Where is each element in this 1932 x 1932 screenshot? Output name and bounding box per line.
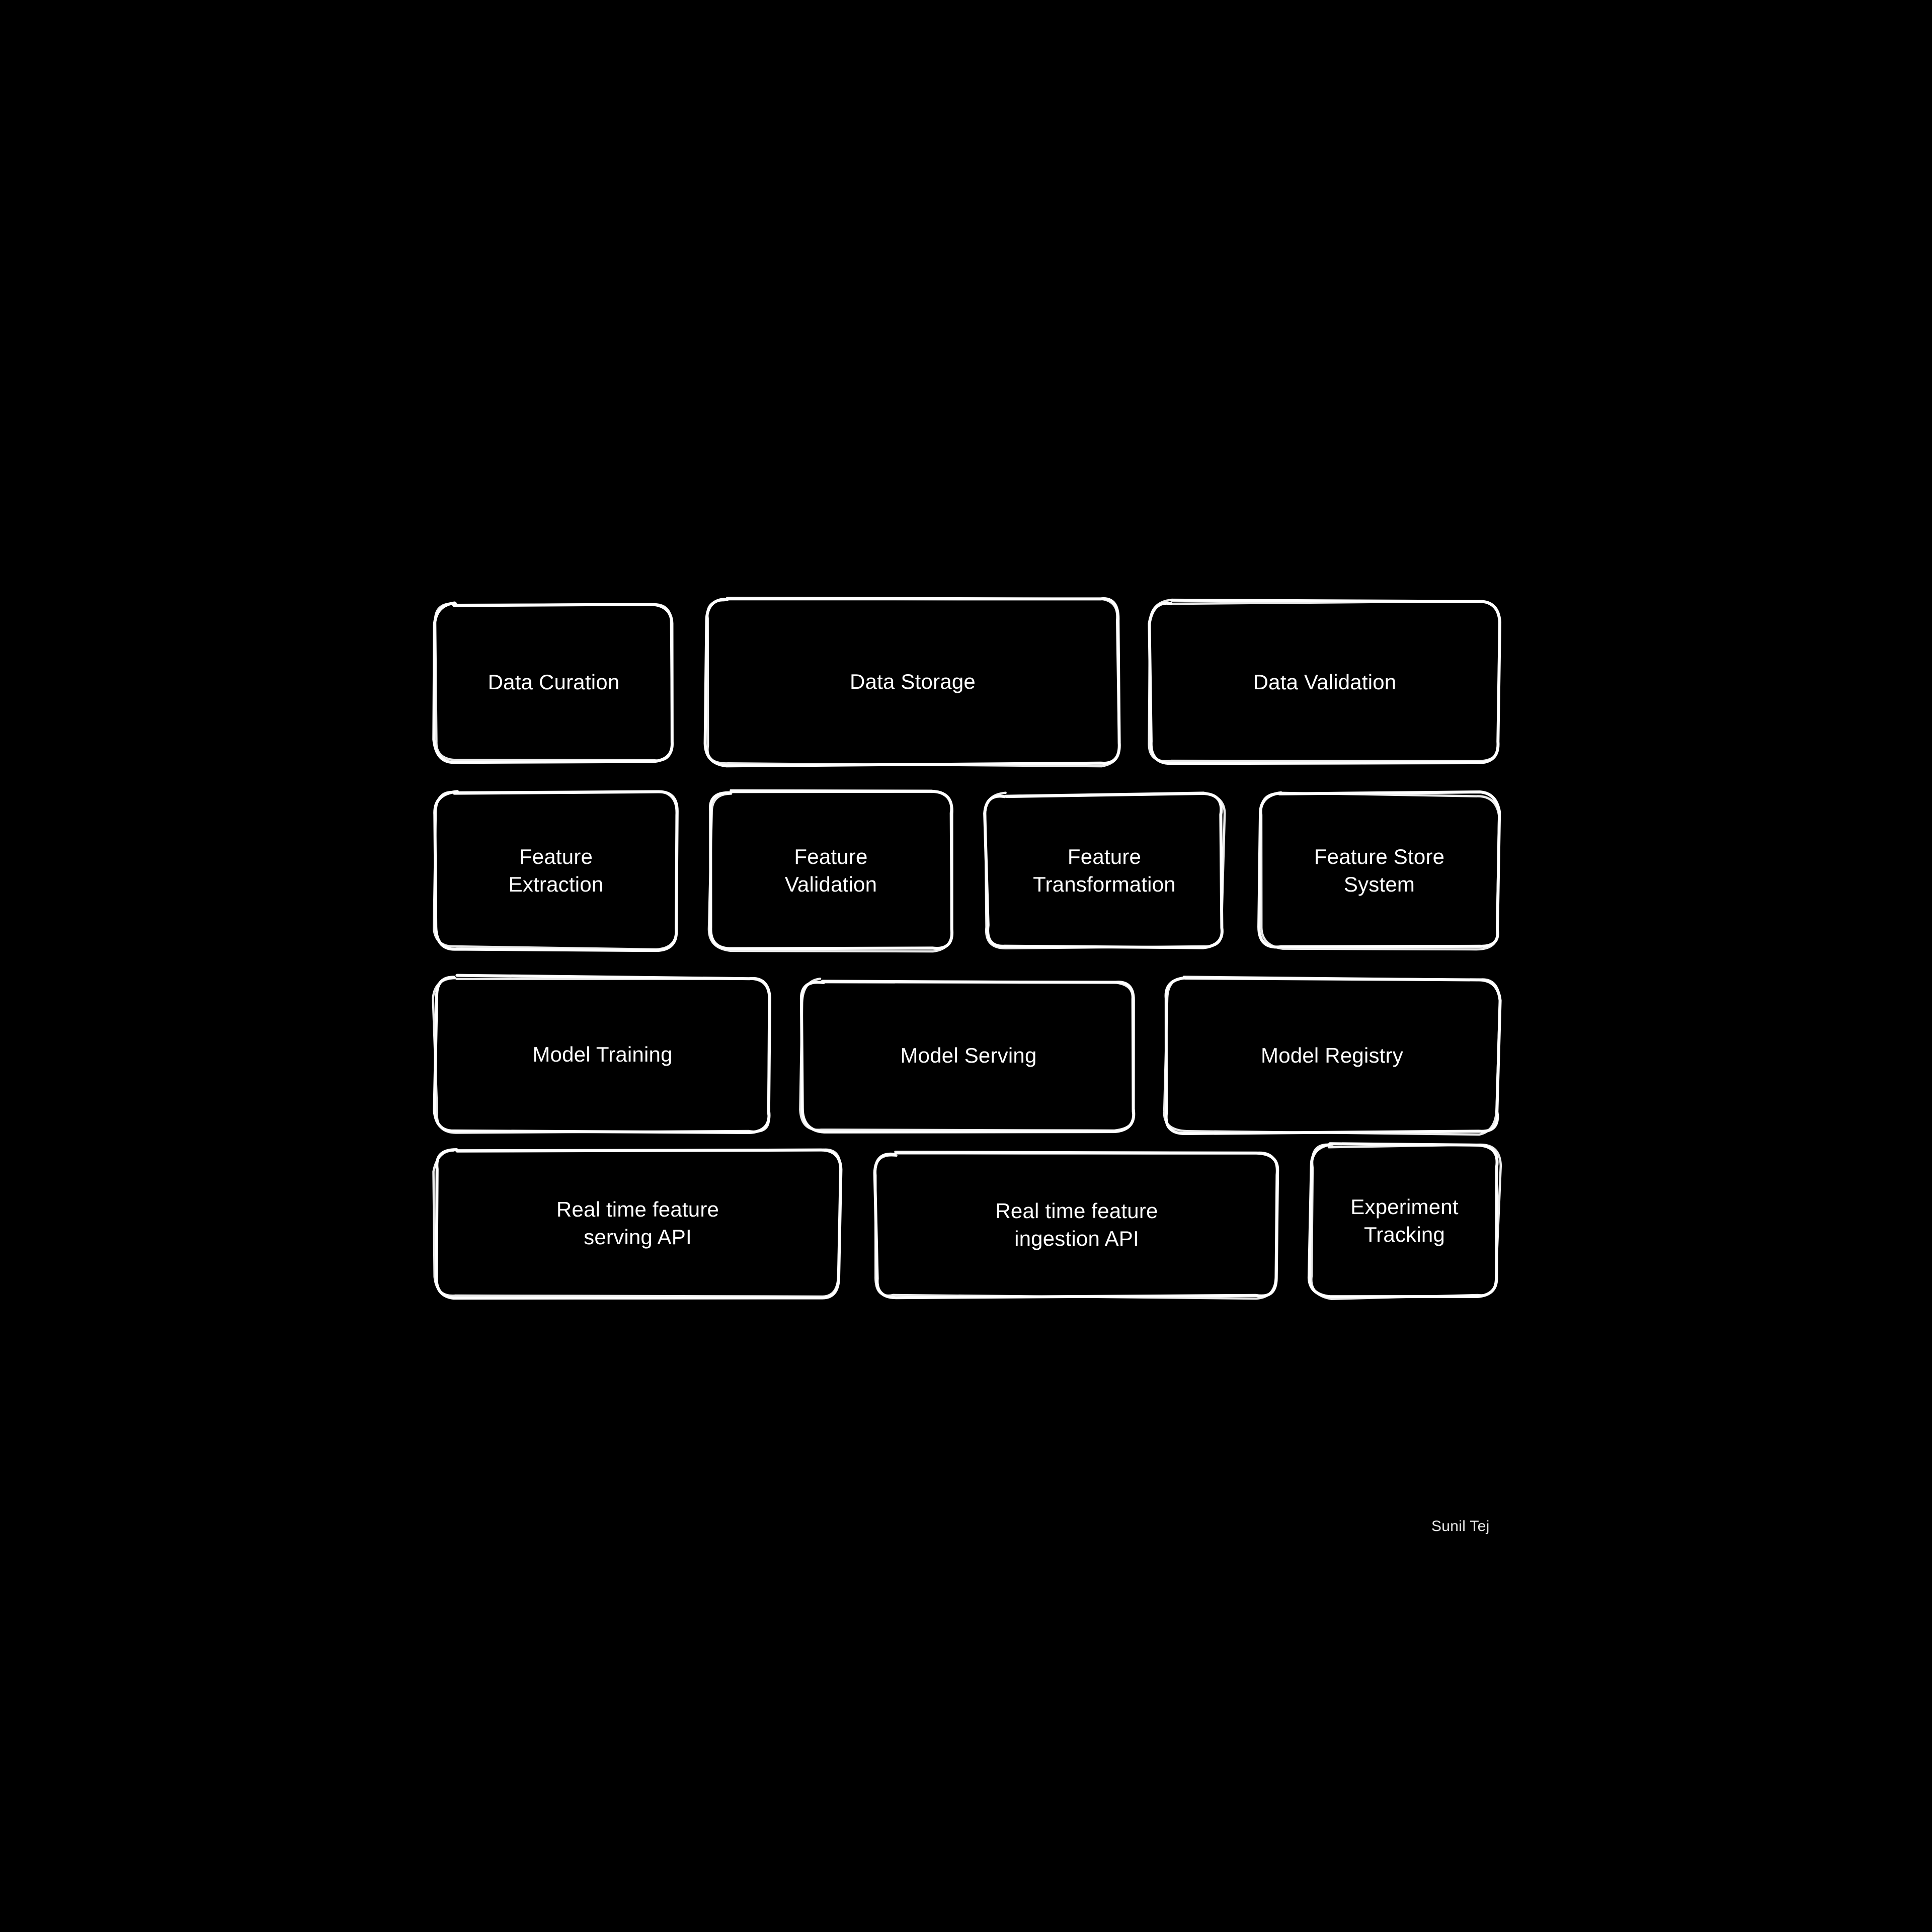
author-signature: Sunil Tej — [1431, 1518, 1490, 1535]
node-label: Real time feature serving API — [556, 1197, 719, 1249]
node-realtime-feature-ingestion-api[interactable]: Real time feature ingestion API — [873, 1151, 1279, 1300]
node-realtime-feature-serving-api[interactable]: Real time feature serving API — [432, 1148, 843, 1300]
node-model-registry[interactable]: Model Registry — [1163, 976, 1502, 1136]
node-model-training[interactable]: Model Training — [432, 974, 772, 1134]
diagram-canvas: Data Curation Data Storage Data Validation… — [0, 0, 1932, 1932]
node-label: Model Registry — [1261, 1043, 1403, 1067]
node-label: Feature Extraction — [508, 844, 604, 896]
node-label: Experiment Tracking — [1350, 1195, 1459, 1246]
node-data-storage[interactable]: Data Storage — [703, 596, 1121, 768]
node-feature-validation[interactable]: Feature Validation — [707, 789, 954, 953]
node-feature-store-system[interactable]: Feature Store System — [1257, 790, 1501, 951]
node-label: Model Training — [532, 1042, 673, 1067]
node-feature-extraction[interactable]: Feature Extraction — [433, 790, 679, 952]
node-label: Data Curation — [488, 670, 620, 694]
node-data-curation[interactable]: Data Curation — [432, 601, 674, 764]
node-label: Model Serving — [900, 1043, 1037, 1067]
node-feature-transformation[interactable]: Feature Transformation — [983, 791, 1226, 949]
node-label: Feature Store System — [1314, 845, 1445, 896]
node-label: Data Storage — [850, 669, 976, 693]
node-data-validation[interactable]: Data Validation — [1148, 598, 1502, 765]
node-experiment-tracking[interactable]: Experiment Tracking — [1307, 1142, 1502, 1301]
node-model-serving[interactable]: Model Serving — [799, 978, 1136, 1134]
node-label: Data Validation — [1253, 670, 1397, 694]
node-label: Real time feature ingestion API — [995, 1199, 1158, 1250]
node-label: Feature Validation — [784, 844, 877, 896]
node-label: Feature Transformation — [1033, 845, 1176, 896]
